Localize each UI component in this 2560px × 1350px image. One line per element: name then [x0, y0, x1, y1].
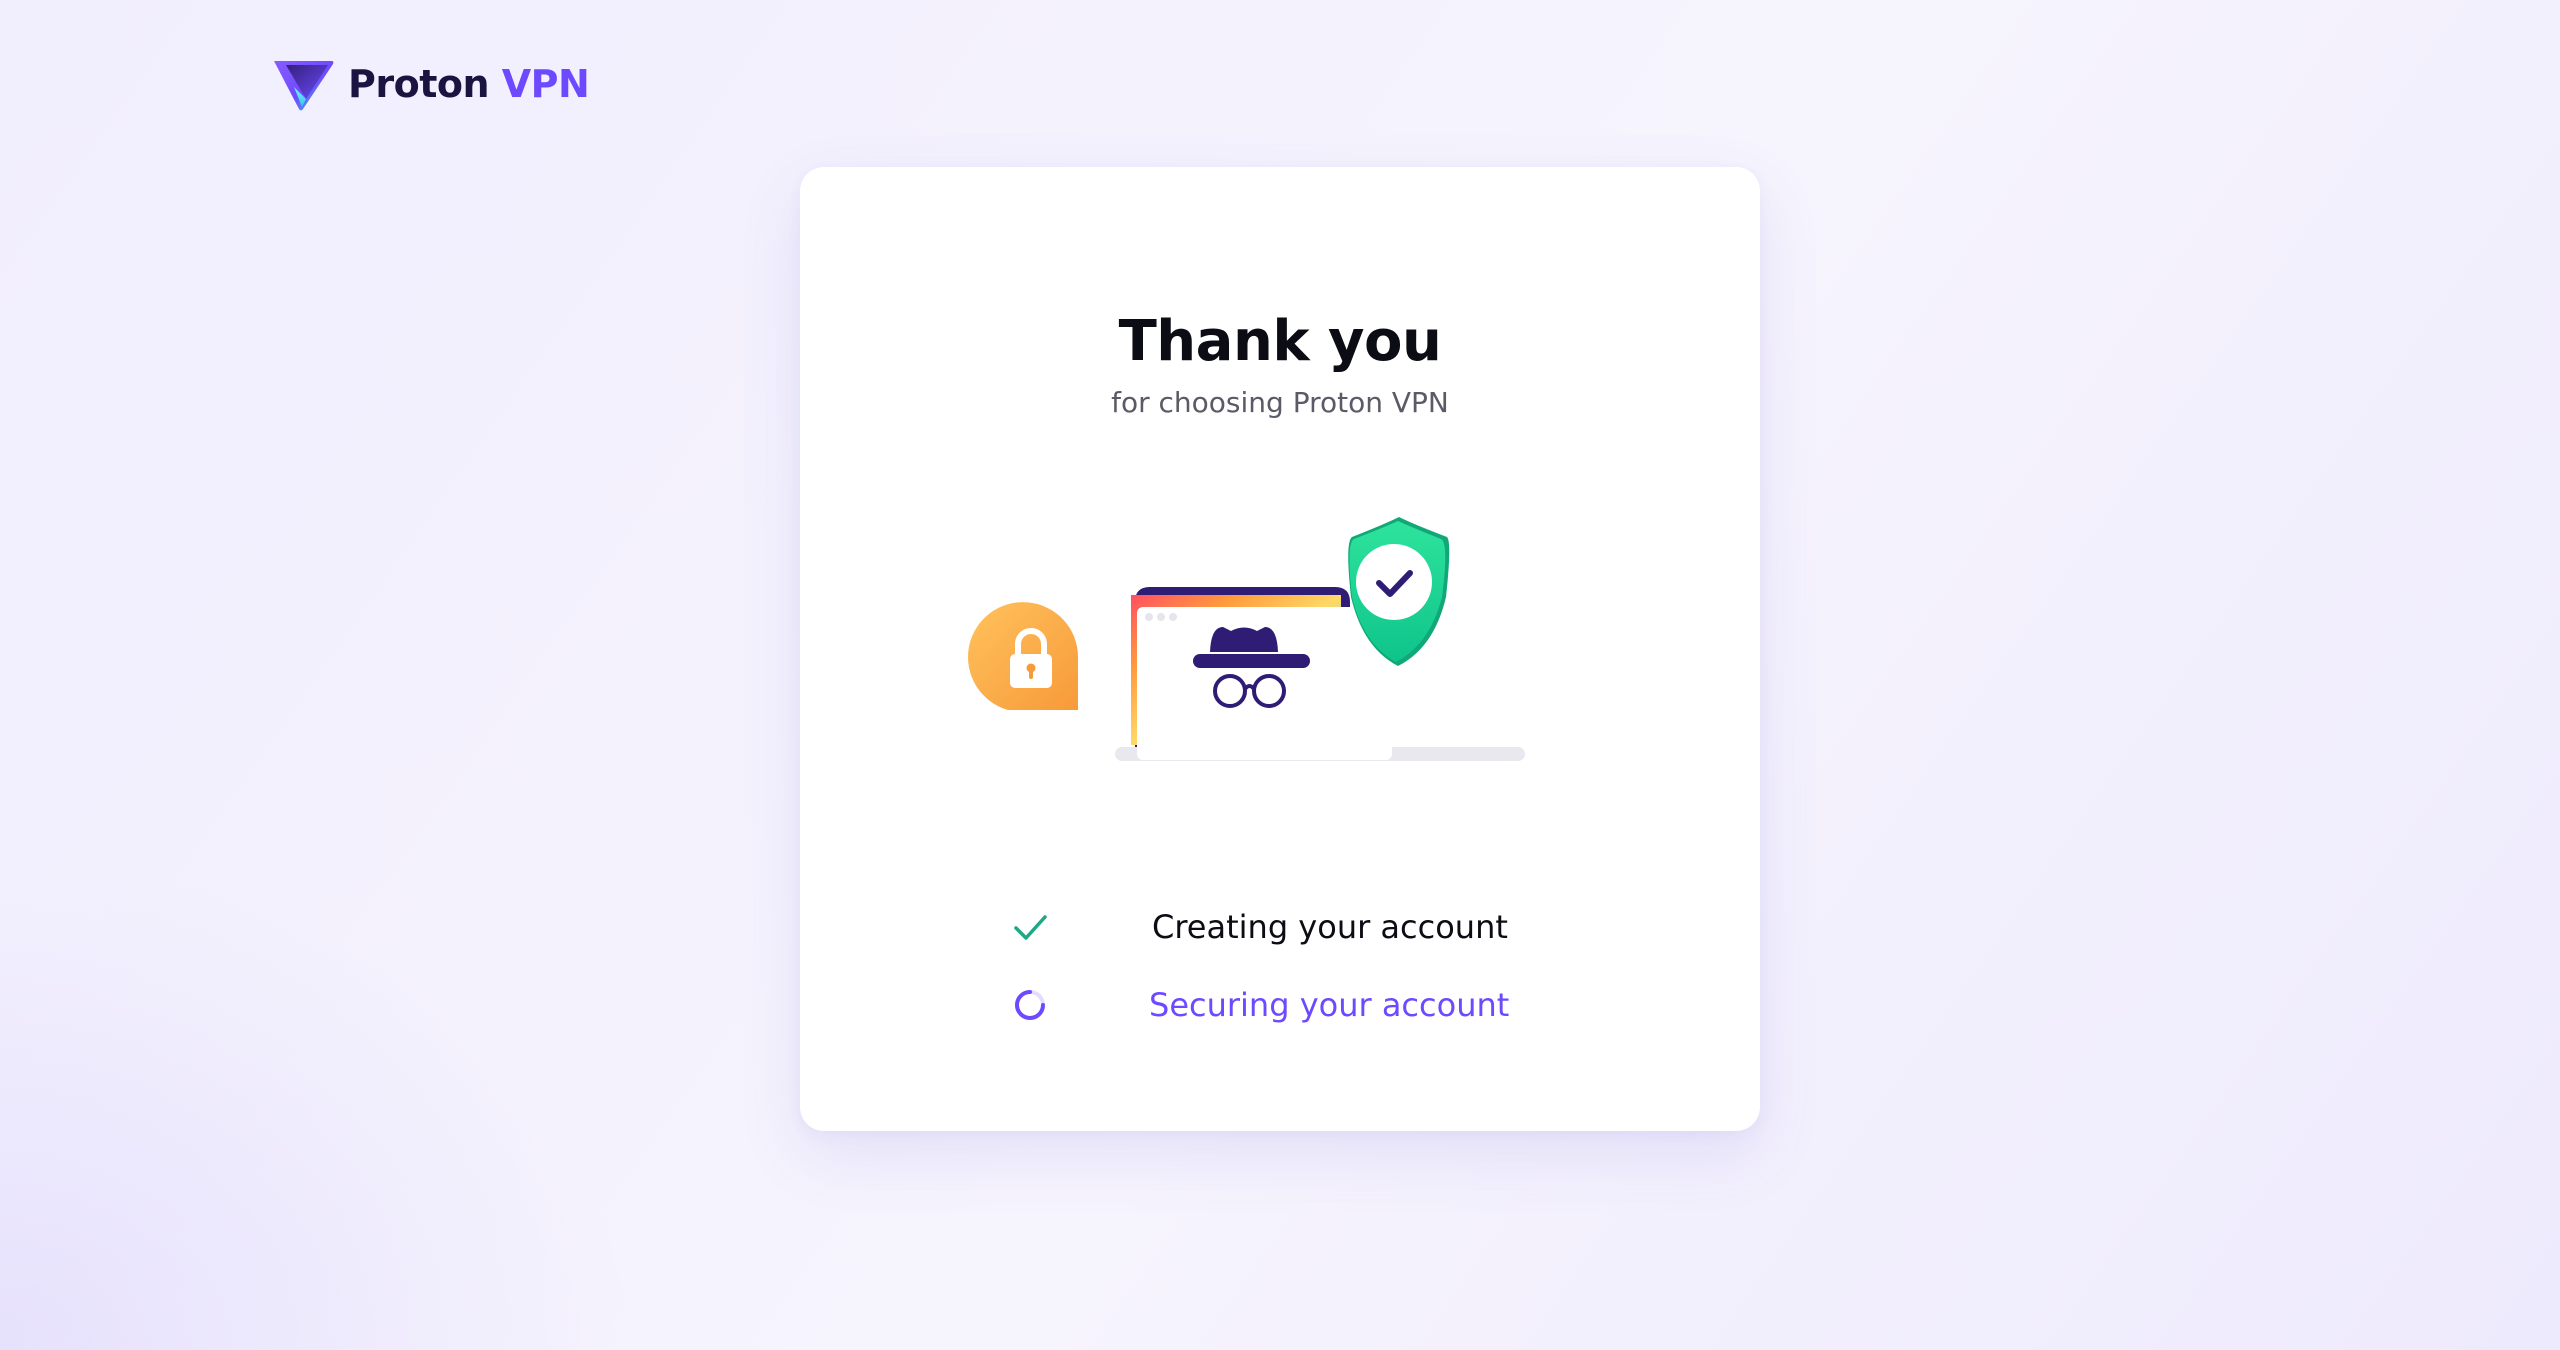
proton-vpn-logo-icon — [274, 61, 334, 111]
brand-name-proton: Proton — [348, 62, 490, 106]
brand-name-vpn: VPN — [501, 62, 590, 106]
brand-name: Proton VPN — [348, 54, 590, 114]
spinner-icon — [1010, 985, 1050, 1025]
check-icon — [1010, 907, 1050, 947]
account-setup-steps: Creating your account Securing your acco… — [800, 167, 1760, 1131]
thank-you-card: Thank you for choosing Proton VPN Creati… — [800, 167, 1760, 1131]
step-securing-account: Securing your account — [1149, 986, 1510, 1024]
step-creating-account: Creating your account — [1152, 908, 1508, 946]
proton-vpn-logo[interactable]: Proton VPN — [272, 54, 590, 114]
